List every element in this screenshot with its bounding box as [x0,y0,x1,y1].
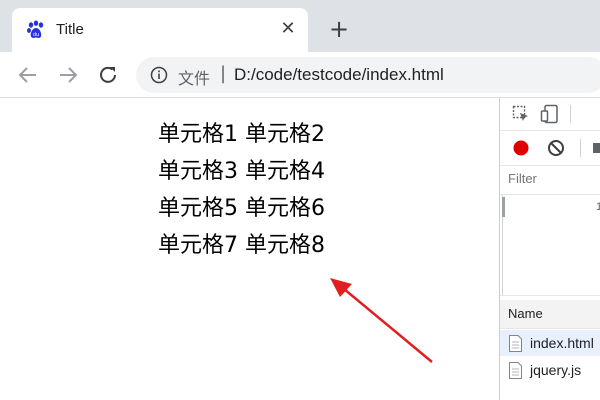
browser-tab[interactable]: du Title ✕ [12,8,308,52]
record-icon[interactable] [511,138,531,158]
network-request-row[interactable]: jquery.js [500,357,600,383]
toolbar-divider [570,105,571,123]
inspect-element-icon[interactable] [512,105,530,123]
overview-scroll-mark [502,197,505,217]
svg-text:du: du [33,32,39,38]
devtools-top-toolbar [500,98,600,131]
network-overview: 1 [500,195,600,296]
file-icon [509,362,522,379]
baidu-paw-icon: du [27,20,44,38]
request-name: jquery.js [530,362,582,378]
close-tab-icon[interactable]: ✕ [278,19,298,39]
network-request-row[interactable]: index.html [500,330,600,356]
file-icon [509,335,522,352]
annotation-arrow [330,278,433,363]
url-separator: | [220,63,227,84]
forward-arrow-icon[interactable] [56,63,80,87]
browser-toolbar: 文件 | D:/code/testcode/index.html [0,52,600,98]
page-viewport: 单元格1 单元格2 单元格3 单元格4 单元格5 单元格6 单元格7 单元格8 [0,98,499,400]
url-text[interactable]: D:/code/testcode/index.html [234,65,444,85]
back-arrow-icon[interactable] [16,63,40,87]
address-bar[interactable]: 文件 | D:/code/testcode/index.html [136,57,600,93]
info-icon[interactable] [150,66,168,84]
toolbar-divider [580,139,581,157]
reload-icon[interactable] [96,63,120,87]
tab-strip: du Title ✕ + [0,0,600,52]
network-toolbar [500,131,600,166]
new-tab-button[interactable]: + [328,17,350,41]
request-name: index.html [530,335,594,351]
security-label: 文件 [178,69,211,88]
name-column-label: Name [508,306,543,321]
tab-title: Title [56,21,84,38]
filter-input[interactable] [508,171,593,186]
filter-funnel-icon[interactable] [593,143,600,153]
name-column-header[interactable]: Name [500,300,600,329]
device-toggle-icon[interactable] [540,104,560,124]
clear-icon[interactable] [546,138,566,158]
devtools-panel: 1 Name index.html jquery.js [499,98,600,400]
filter-bar [500,166,600,195]
overview-tick-label: 1 [596,201,600,213]
